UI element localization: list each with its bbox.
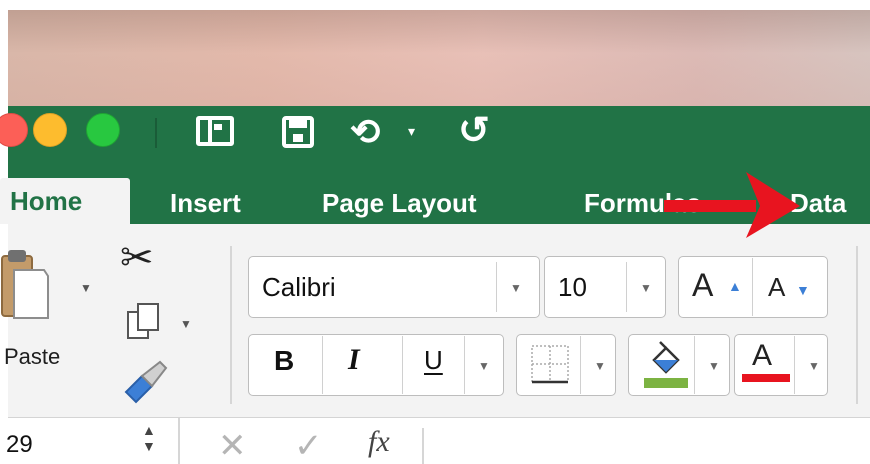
tab-insert[interactable]: Insert (170, 180, 241, 224)
enter-icon[interactable]: ✓ (294, 428, 323, 464)
increase-font-size-button[interactable]: A (692, 266, 713, 304)
titlebar-divider (155, 118, 157, 148)
formula-bar-divider (422, 428, 424, 464)
font-color-dropdown-icon[interactable]: ▼ (808, 360, 820, 372)
font-color-button[interactable]: A (752, 338, 772, 374)
underline-button[interactable]: U (424, 344, 443, 376)
bold-button[interactable]: B (274, 344, 294, 378)
format-painter-icon[interactable] (120, 360, 174, 404)
name-box[interactable]: 29 (6, 430, 33, 460)
style-divider (402, 336, 403, 394)
style-divider (464, 336, 465, 394)
fill-divider (694, 336, 695, 394)
undo-icon[interactable]: ⟲ (350, 112, 380, 152)
style-divider (322, 336, 323, 394)
minimize-window-button[interactable] (33, 113, 67, 147)
font-size-value: 10 (558, 272, 587, 302)
paste-icon[interactable] (0, 246, 50, 322)
zoom-window-button[interactable] (86, 113, 120, 147)
fill-color-dropdown-icon[interactable]: ▼ (708, 360, 720, 372)
annotation-arrow (664, 172, 800, 238)
font-name-dropdown-icon[interactable]: ▼ (510, 282, 522, 294)
cut-icon[interactable]: ✂ (120, 236, 154, 280)
sidebar-toggle-icon[interactable] (196, 116, 234, 146)
name-box-stepper-icon[interactable]: ▲ ▼ (142, 422, 156, 454)
font-size-divider (626, 262, 627, 312)
copy-icon[interactable] (124, 300, 168, 344)
borders-divider (580, 336, 581, 394)
desktop-backdrop (8, 10, 870, 106)
redo-icon[interactable]: ↺ (458, 110, 490, 152)
italic-button[interactable]: I (348, 342, 360, 378)
font-name-value: Calibri (262, 272, 336, 302)
underline-dropdown-icon[interactable]: ▼ (478, 360, 490, 372)
save-icon[interactable] (282, 116, 314, 148)
copy-dropdown-icon[interactable]: ▼ (180, 318, 192, 330)
borders-dropdown-icon[interactable]: ▼ (594, 360, 606, 372)
decrease-font-size-button[interactable]: A (768, 272, 785, 302)
font-color-divider (794, 336, 795, 394)
insert-function-button[interactable]: fx (368, 424, 390, 460)
font-name-divider (496, 262, 497, 312)
tab-page-layout[interactable]: Page Layout (322, 180, 477, 224)
tab-home[interactable]: Home (0, 178, 130, 224)
cancel-icon[interactable]: ✕ (218, 428, 247, 464)
ribbon-divider (856, 246, 858, 404)
decrease-arrow-icon: ▼ (796, 282, 810, 298)
ribbon-divider (230, 246, 232, 404)
borders-icon[interactable] (528, 342, 572, 386)
undo-dropdown-icon[interactable]: ▾ (408, 124, 415, 138)
font-size-dropdown-icon[interactable]: ▼ (640, 282, 652, 294)
formula-bar-divider (178, 418, 180, 464)
formula-bar (8, 418, 870, 464)
fill-color-icon[interactable] (640, 338, 692, 390)
font-size-buttons-divider (752, 258, 753, 316)
increase-arrow-icon: ▲ (728, 278, 742, 294)
font-color-swatch (742, 374, 790, 382)
paste-dropdown-icon[interactable]: ▼ (80, 282, 92, 294)
paste-label[interactable]: Paste (4, 344, 60, 370)
